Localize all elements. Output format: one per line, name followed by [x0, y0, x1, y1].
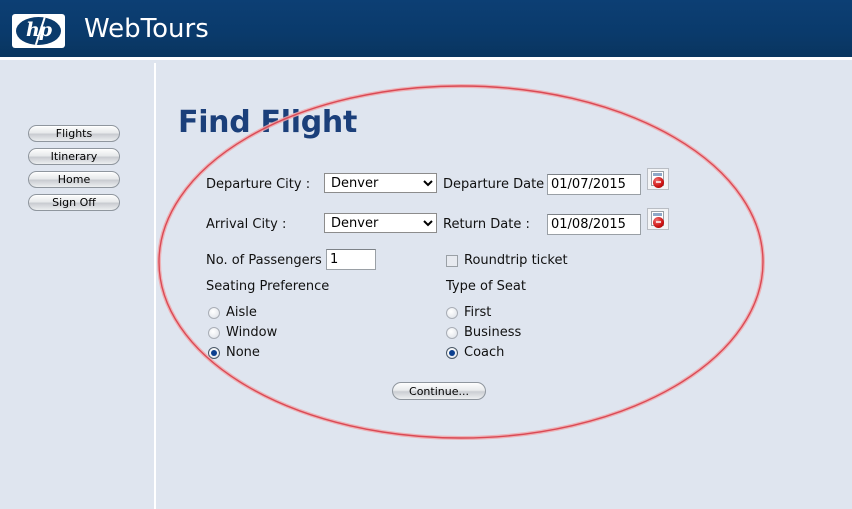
radio-window[interactable]	[208, 326, 220, 339]
passengers-input[interactable]	[326, 249, 376, 270]
sidebar-item-itinerary[interactable]: Itinerary	[28, 148, 120, 165]
app-header: hp WebTours	[0, 0, 852, 60]
radio-first[interactable]	[446, 306, 458, 319]
seat-type-business[interactable]: Business	[446, 325, 521, 340]
find-flight-form: Departure City : Denver Departure Date :…	[158, 63, 852, 509]
radio-coach[interactable]	[446, 346, 458, 359]
sidebar-item-sign-off[interactable]: Sign Off	[28, 194, 120, 211]
seat-type-coach-label: Coach	[464, 345, 505, 360]
passengers-label: No. of Passengers :	[206, 253, 331, 268]
sidebar-item-home[interactable]: Home	[28, 171, 120, 188]
return-date-calendar-picker-icon[interactable]	[647, 208, 669, 230]
seating-option-window-label: Window	[226, 325, 278, 340]
radio-business[interactable]	[446, 326, 458, 339]
departure-date-label: Departure Date :	[443, 177, 553, 192]
seat-type-coach[interactable]: Coach	[446, 345, 504, 360]
seating-preference-legend: Seating Preference	[206, 279, 330, 294]
hp-logo-label: hp	[25, 18, 52, 41]
departure-date-input[interactable]	[547, 174, 641, 195]
main-content: Find Flight Departure City : Denver Depa…	[158, 63, 852, 509]
departure-city-label: Departure City :	[206, 177, 311, 192]
departure-date-calendar-picker-icon[interactable]	[647, 168, 669, 190]
roundtrip-checkbox[interactable]	[446, 254, 458, 267]
seating-option-aisle[interactable]: Aisle	[208, 305, 257, 320]
hp-logo-oval: hp	[16, 17, 61, 45]
arrival-city-select[interactable]: Denver	[324, 213, 437, 233]
calendar-badge-icon	[653, 217, 664, 228]
seating-option-none-label: None	[226, 345, 260, 360]
seat-type-first-label: First	[464, 305, 492, 320]
radio-none[interactable]	[208, 346, 220, 359]
seat-type-first[interactable]: First	[446, 305, 491, 320]
return-date-input[interactable]	[547, 214, 641, 235]
sidebar-item-flights[interactable]: Flights	[28, 125, 120, 142]
seating-option-window[interactable]: Window	[208, 325, 277, 340]
seating-option-none[interactable]: None	[208, 345, 260, 360]
type-of-seat-legend: Type of Seat	[446, 279, 526, 294]
departure-city-select[interactable]: Denver	[324, 173, 437, 193]
hp-logo-icon: hp	[12, 14, 65, 48]
seat-type-business-label: Business	[464, 325, 522, 340]
sidebar: Flights Itinerary Home Sign Off	[0, 63, 156, 509]
return-date-label: Return Date :	[443, 217, 530, 232]
arrival-city-label: Arrival City :	[206, 217, 287, 232]
radio-aisle[interactable]	[208, 306, 220, 319]
calendar-badge-icon	[653, 177, 664, 188]
roundtrip-label: Roundtrip ticket	[464, 253, 568, 268]
brand-title: WebTours	[84, 14, 209, 44]
seating-option-aisle-label: Aisle	[226, 305, 257, 320]
roundtrip-ticket-row[interactable]: Roundtrip ticket	[446, 253, 568, 268]
continue-button[interactable]: Continue...	[392, 382, 486, 400]
